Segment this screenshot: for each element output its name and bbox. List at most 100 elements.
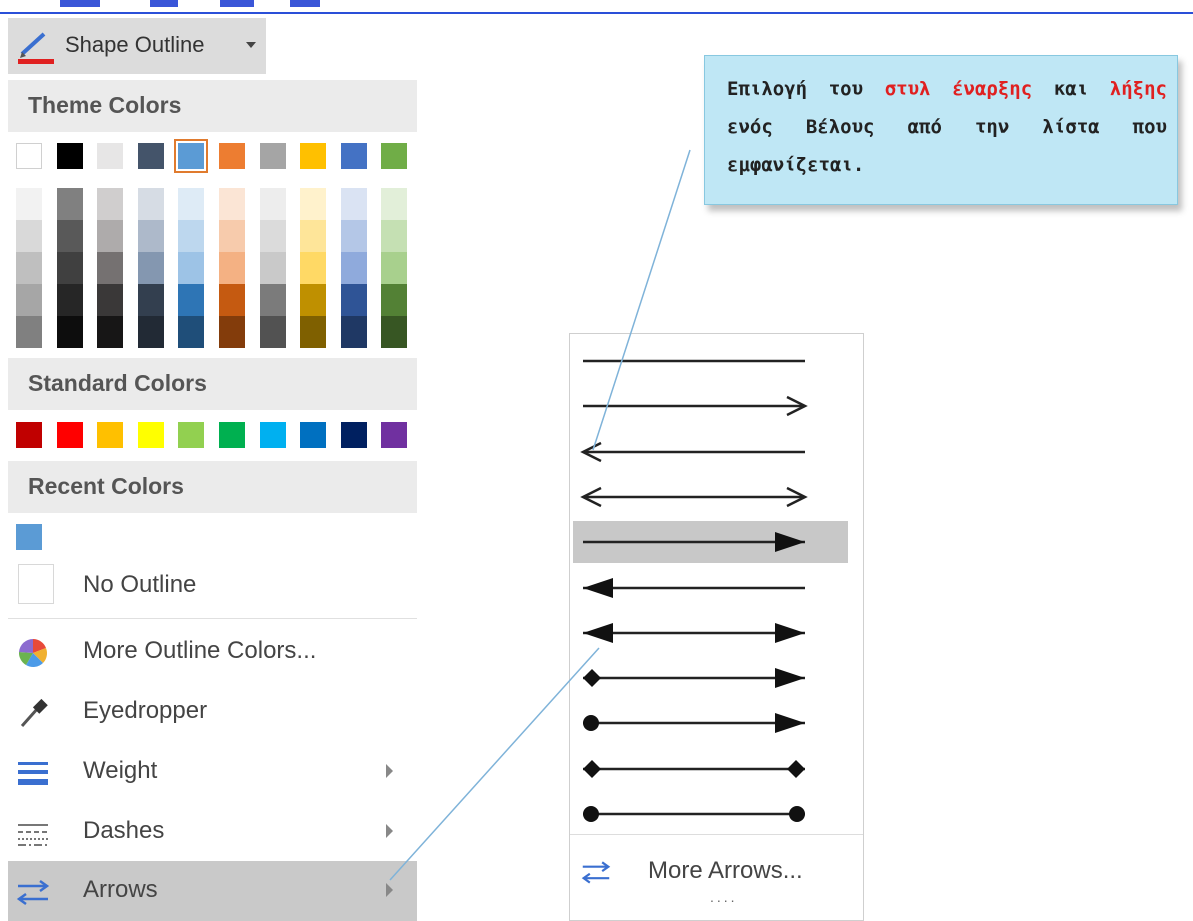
theme-shade-swatch[interactable] — [340, 284, 367, 316]
theme-shade-swatch[interactable] — [381, 252, 408, 284]
theme-shade-swatch[interactable] — [178, 188, 205, 220]
more-outline-colors-item[interactable]: More Outline Colors... — [8, 622, 417, 682]
theme-shade-swatch[interactable] — [219, 284, 245, 316]
theme-color-swatch[interactable] — [56, 143, 83, 169]
theme-shade-swatch[interactable] — [97, 316, 124, 348]
theme-shade-swatch[interactable] — [56, 252, 83, 284]
theme-shade-swatch[interactable] — [259, 220, 286, 252]
theme-shade-swatch[interactable] — [16, 188, 42, 220]
theme-shade-swatch[interactable] — [381, 316, 408, 348]
recent-color-swatch[interactable] — [16, 524, 42, 550]
theme-shade-swatch[interactable] — [340, 220, 367, 252]
arrow-style-option[interactable] — [573, 385, 848, 427]
standard-color-swatch[interactable] — [259, 422, 286, 448]
standard-color-swatch[interactable] — [300, 422, 327, 448]
theme-shade-swatch[interactable] — [97, 220, 124, 252]
theme-color-swatch[interactable] — [259, 143, 286, 169]
standard-color-swatch[interactable] — [137, 422, 164, 448]
theme-shade-swatch[interactable] — [56, 188, 83, 220]
theme-shade-swatch[interactable] — [56, 220, 83, 252]
more-arrows-item[interactable]: More Arrows... .... — [570, 834, 863, 921]
arrow-style-filled-both-icon — [583, 622, 805, 643]
theme-shade-swatch[interactable] — [300, 316, 327, 348]
shape-outline-button[interactable]: Shape Outline — [8, 18, 266, 74]
theme-shade-swatch[interactable] — [259, 252, 286, 284]
theme-shade-swatch[interactable] — [97, 188, 124, 220]
arrow-style-option[interactable] — [573, 476, 848, 518]
arrow-style-open-both-icon — [580, 486, 808, 508]
theme-color-swatch[interactable] — [340, 143, 367, 169]
standard-color-swatch[interactable] — [340, 422, 367, 448]
standard-color-swatch[interactable] — [56, 422, 83, 448]
theme-shade-swatch[interactable] — [300, 284, 327, 316]
theme-shade-swatch[interactable] — [381, 284, 408, 316]
theme-shade-swatch[interactable] — [259, 188, 286, 220]
arrows-item[interactable]: Arrows — [8, 861, 417, 921]
chevron-right-icon — [386, 764, 393, 778]
theme-shade-swatch[interactable] — [259, 316, 286, 348]
arrow-style-option[interactable] — [573, 567, 848, 609]
theme-color-swatch[interactable] — [97, 143, 124, 169]
theme-shade-swatch[interactable] — [219, 220, 245, 252]
theme-shade-swatch[interactable] — [56, 284, 83, 316]
theme-shade-swatch[interactable] — [16, 284, 42, 316]
theme-color-swatch[interactable] — [174, 139, 209, 173]
theme-shade-swatch[interactable] — [219, 188, 245, 220]
theme-shade-swatch[interactable] — [340, 316, 367, 348]
arrow-style-option[interactable] — [573, 340, 848, 382]
theme-shade-swatch[interactable] — [259, 284, 286, 316]
theme-shade-swatch[interactable] — [300, 220, 327, 252]
theme-shade-swatch[interactable] — [340, 188, 367, 220]
theme-color-swatch[interactable] — [219, 143, 245, 169]
theme-shade-swatch[interactable] — [381, 220, 408, 252]
arrow-style-option[interactable] — [573, 748, 848, 790]
theme-shade-swatch[interactable] — [137, 284, 164, 316]
theme-colors-header: Theme Colors — [8, 80, 417, 132]
dashes-item[interactable]: Dashes — [8, 802, 417, 862]
theme-shade-swatch[interactable] — [16, 316, 42, 348]
theme-color-swatch[interactable] — [16, 143, 42, 169]
arrow-style-plain-line-icon — [583, 359, 805, 363]
theme-shade-swatch[interactable] — [178, 284, 205, 316]
color-wheel-icon — [18, 638, 48, 667]
theme-shade-swatch[interactable] — [340, 252, 367, 284]
theme-shade-swatch[interactable] — [381, 188, 408, 220]
theme-shade-swatch[interactable] — [219, 316, 245, 348]
theme-shade-swatch[interactable] — [178, 316, 205, 348]
arrow-style-dot-start-filled-end-icon — [583, 713, 805, 734]
standard-color-swatch[interactable] — [97, 422, 124, 448]
theme-shade-swatch[interactable] — [137, 188, 164, 220]
standard-color-swatch[interactable] — [16, 422, 42, 448]
weight-label: Weight — [83, 757, 158, 784]
theme-shade-swatch[interactable] — [300, 252, 327, 284]
theme-color-swatch[interactable] — [300, 143, 327, 169]
arrow-style-option[interactable] — [573, 612, 848, 654]
arrow-style-option[interactable] — [573, 521, 848, 564]
arrow-style-option[interactable] — [573, 657, 848, 699]
eyedropper-item[interactable]: Eyedropper — [8, 682, 417, 742]
no-outline-item[interactable]: No Outline — [8, 556, 417, 616]
no-outline-label: No Outline — [83, 571, 197, 598]
arrow-style-option[interactable] — [573, 431, 848, 473]
theme-shade-swatch[interactable] — [97, 252, 124, 284]
standard-color-swatch[interactable] — [178, 422, 205, 448]
theme-shade-swatch[interactable] — [178, 220, 205, 252]
theme-color-swatch[interactable] — [137, 143, 164, 169]
theme-shade-swatch[interactable] — [219, 252, 245, 284]
theme-shade-swatch[interactable] — [178, 252, 205, 284]
theme-shade-swatch[interactable] — [137, 220, 164, 252]
theme-shade-swatch[interactable] — [137, 252, 164, 284]
theme-shade-swatch[interactable] — [300, 188, 327, 220]
standard-color-swatch[interactable] — [219, 422, 245, 448]
arrow-style-option[interactable] — [573, 702, 848, 744]
top-scrap — [290, 0, 320, 7]
theme-shade-swatch[interactable] — [56, 316, 83, 348]
theme-shade-swatch[interactable] — [16, 252, 42, 284]
theme-shade-swatch[interactable] — [97, 284, 124, 316]
standard-color-swatch[interactable] — [381, 422, 408, 448]
weight-item[interactable]: Weight — [8, 742, 417, 802]
theme-shade-swatch[interactable] — [137, 316, 164, 348]
arrow-style-option[interactable] — [573, 793, 848, 835]
theme-color-swatch[interactable] — [381, 143, 408, 169]
theme-shade-swatch[interactable] — [16, 220, 42, 252]
